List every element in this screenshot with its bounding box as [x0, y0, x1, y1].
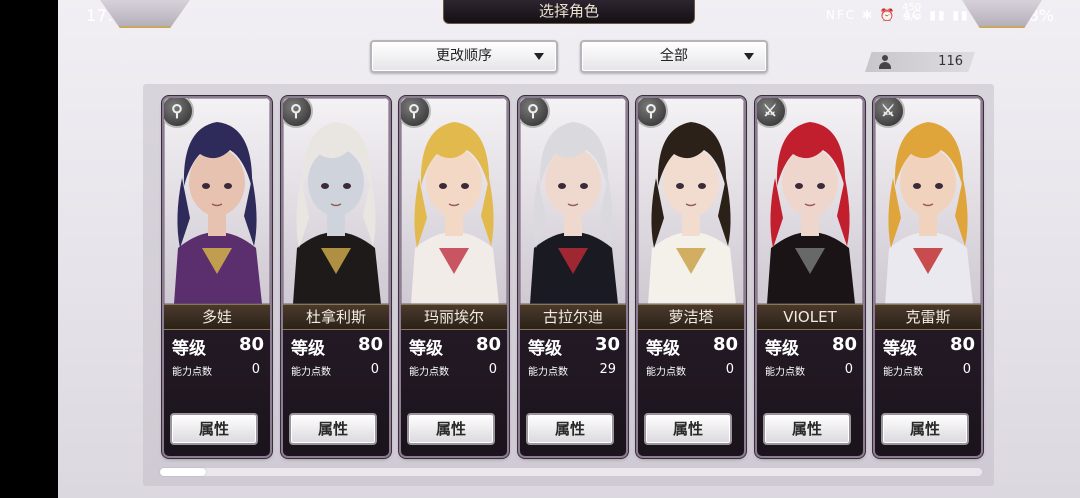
- ability-points-value: 0: [962, 362, 971, 377]
- sort-order-dropdown[interactable]: 更改顺序: [370, 40, 558, 73]
- character-card[interactable]: ⚲ 杜拿利斯 等级 80 能力点数 0 属性: [283, 98, 389, 456]
- user-icon: [879, 55, 891, 69]
- level-row: 等级 30: [528, 334, 620, 359]
- sort-order-label: 更改顺序: [436, 48, 492, 64]
- ability-points-label: 能力点数: [172, 367, 212, 378]
- level-value: 80: [475, 334, 501, 355]
- ability-points-value: 0: [844, 362, 853, 377]
- character-card[interactable]: ⚔ 克雷斯 等级 80 能力点数 0 属性: [875, 98, 981, 456]
- character-count: 116: [865, 52, 975, 72]
- character-count-value: 116: [938, 54, 963, 69]
- level-label: 等级: [528, 339, 562, 359]
- chevron-down-icon: [744, 53, 754, 60]
- page-title: 选择角色: [443, 0, 695, 24]
- ability-points-value: 0: [251, 362, 260, 377]
- character-portrait: [875, 98, 981, 304]
- character-name: 克雷斯: [875, 304, 981, 330]
- attributes-button[interactable]: 属性: [170, 413, 258, 445]
- character-name: 玛丽埃尔: [401, 304, 507, 330]
- character-portrait: [638, 98, 744, 304]
- level-row: 等级 80: [172, 334, 264, 359]
- ability-points-value: 0: [488, 362, 497, 377]
- character-card[interactable]: ⚲ 多娃 等级 80 能力点数 0 属性: [164, 98, 270, 456]
- chevron-down-icon: [534, 53, 544, 60]
- level-label: 等级: [172, 339, 206, 359]
- attributes-button[interactable]: 属性: [289, 413, 377, 445]
- ability-points-value: 29: [599, 362, 616, 377]
- level-value: 80: [712, 334, 738, 355]
- attributes-button[interactable]: 属性: [407, 413, 495, 445]
- level-label: 等级: [765, 339, 799, 359]
- character-card[interactable]: ⚲ 玛丽埃尔 等级 80 能力点数 0 属性: [401, 98, 507, 456]
- level-value: 80: [831, 334, 857, 355]
- attributes-button[interactable]: 属性: [881, 413, 969, 445]
- ability-points-value: 0: [725, 362, 734, 377]
- character-card[interactable]: ⚲ 古拉尔迪 等级 30 能力点数 29 属性: [520, 98, 626, 456]
- scrollbar-thumb[interactable]: [160, 468, 206, 476]
- level-value: 30: [594, 334, 620, 355]
- level-row: 等级 80: [765, 334, 857, 359]
- level-label: 等级: [883, 339, 917, 359]
- level-value: 80: [949, 334, 975, 355]
- ability-points-row: 能力点数 0: [646, 362, 738, 378]
- level-label: 等级: [409, 339, 443, 359]
- character-portrait: [520, 98, 626, 304]
- ability-points-label: 能力点数: [291, 367, 331, 378]
- level-label: 等级: [646, 339, 680, 359]
- ability-points-value: 0: [370, 362, 379, 377]
- character-name: 古拉尔迪: [520, 304, 626, 330]
- ability-points-row: 能力点数 0: [765, 362, 857, 378]
- character-name: 萝洁塔: [638, 304, 744, 330]
- ability-points-row: 能力点数 29: [528, 362, 620, 378]
- ability-points-label: 能力点数: [646, 367, 686, 378]
- attributes-button[interactable]: 属性: [763, 413, 851, 445]
- ability-points-label: 能力点数: [883, 367, 923, 378]
- level-row: 等级 80: [883, 334, 975, 359]
- ability-points-row: 能力点数 0: [291, 362, 383, 378]
- ability-points-label: 能力点数: [528, 367, 568, 378]
- level-label: 等级: [291, 339, 325, 359]
- ability-points-label: 能力点数: [765, 367, 805, 378]
- level-row: 等级 80: [409, 334, 501, 359]
- character-name: 多娃: [164, 304, 270, 330]
- attributes-button[interactable]: 属性: [526, 413, 614, 445]
- ability-points-row: 能力点数 0: [409, 362, 501, 378]
- character-name: VIOLET: [757, 304, 863, 330]
- character-name: 杜拿利斯: [283, 304, 389, 330]
- category-filter-label: 全部: [660, 48, 688, 64]
- character-portrait: [164, 98, 270, 304]
- level-value: 80: [357, 334, 383, 355]
- horizontal-scrollbar[interactable]: [160, 468, 982, 476]
- level-value: 80: [238, 334, 264, 355]
- status-icons: NFC ✱ ⏰ 4G ▮▮ ▮▮ ▯: [825, 8, 984, 22]
- ability-points-row: 能力点数 0: [883, 362, 975, 378]
- character-card[interactable]: ⚲ 萝洁塔 等级 80 能力点数 0 属性: [638, 98, 744, 456]
- character-portrait: [283, 98, 389, 304]
- level-row: 等级 80: [646, 334, 738, 359]
- character-portrait: [757, 98, 863, 304]
- ability-points-row: 能力点数 0: [172, 362, 264, 378]
- character-portrait: [401, 98, 507, 304]
- level-row: 等级 80: [291, 334, 383, 359]
- character-card[interactable]: ⚔ VIOLET 等级 80 能力点数 0 属性: [757, 98, 863, 456]
- ability-points-label: 能力点数: [409, 367, 449, 378]
- category-filter-dropdown[interactable]: 全部: [580, 40, 768, 73]
- attributes-button[interactable]: 属性: [644, 413, 732, 445]
